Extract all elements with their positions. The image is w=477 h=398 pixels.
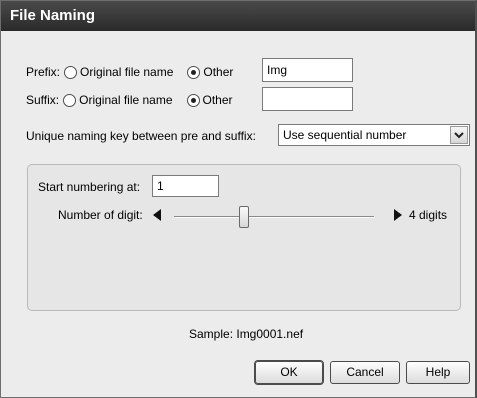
file-naming-dialog: File Naming Prefix: Original file name O…	[0, 0, 477, 398]
cancel-button[interactable]: Cancel	[330, 361, 400, 384]
start-numbering-input[interactable]: 1	[152, 175, 219, 197]
suffix-original-label: Original file name	[79, 93, 173, 107]
prefix-label: Prefix:	[26, 65, 61, 79]
naming-key-selected: Use sequential number	[283, 128, 407, 142]
digits-row: Number of digit:	[58, 208, 143, 222]
dialog-title: File Naming	[1, 1, 475, 31]
prefix-other-label: Other	[203, 65, 234, 79]
naming-key-row: Unique naming key between pre and suffix…	[26, 129, 256, 143]
naming-key-select[interactable]: Use sequential number	[278, 124, 470, 146]
sample-row: Sample: Img0001.nef	[189, 327, 303, 341]
start-numbering-label: Start numbering at:	[38, 180, 141, 194]
increase-digits-icon[interactable]	[394, 209, 402, 224]
sample-text: Sample: Img0001.nef	[189, 327, 304, 341]
prefix-input[interactable]: Img	[262, 58, 353, 82]
decrease-digits-icon[interactable]	[153, 209, 161, 224]
prefix-original-label: Original file name	[80, 65, 174, 79]
prefix-other-radio[interactable]	[187, 65, 201, 79]
suffix-other-radio[interactable]	[186, 93, 200, 107]
start-numbering-row: Start numbering at:	[38, 180, 140, 194]
chevron-down-icon[interactable]	[450, 126, 468, 144]
prefix-original-radio[interactable]	[64, 65, 78, 79]
suffix-row: Suffix: Original file name Other	[26, 93, 233, 107]
suffix-label: Suffix:	[26, 93, 60, 107]
digits-value-row: 4 digits	[409, 208, 447, 222]
ok-button[interactable]: OK	[255, 361, 323, 384]
suffix-other-label: Other	[202, 93, 233, 107]
suffix-input[interactable]	[262, 87, 353, 111]
digits-slider-thumb[interactable]	[239, 206, 249, 228]
prefix-row: Prefix: Original file name Other	[26, 65, 233, 79]
suffix-original-radio[interactable]	[63, 93, 77, 107]
digits-value: 4 digits	[409, 208, 448, 222]
digits-label: Number of digit:	[58, 208, 143, 222]
help-button[interactable]: Help	[406, 361, 470, 384]
naming-key-label: Unique naming key between pre and suffix…	[26, 129, 256, 143]
digits-slider-track[interactable]	[174, 216, 374, 218]
